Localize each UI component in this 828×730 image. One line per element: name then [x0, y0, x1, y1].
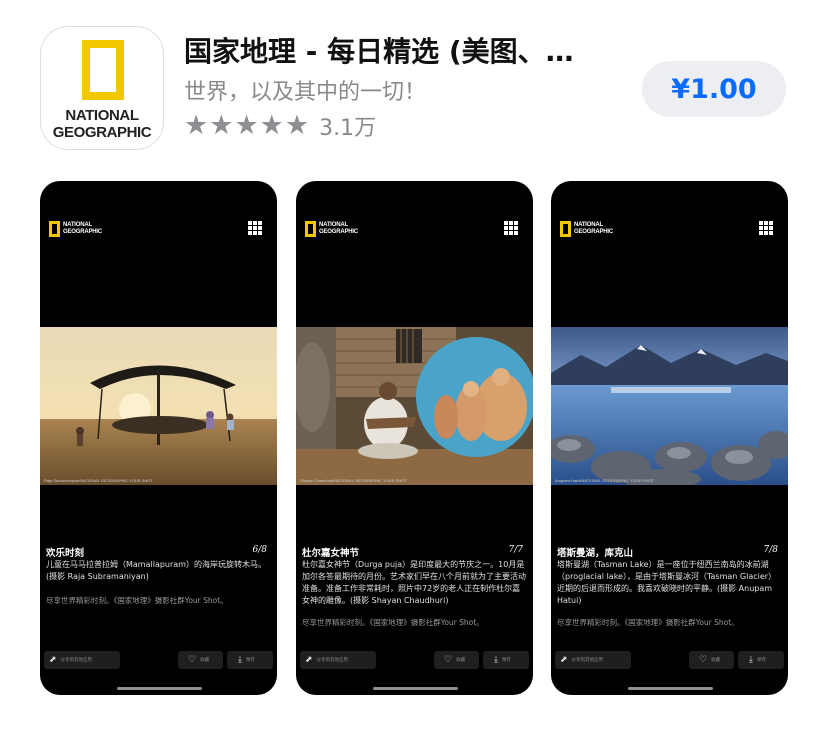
photo-tasman-lake: Anupam Hatui/NATIONAL GEOGRAPHIC YOUR SH…	[551, 327, 788, 485]
share-label: 分享到其他应用	[316, 658, 349, 663]
natgeo-logo: NATIONAL GEOGRAPHIC	[560, 221, 613, 237]
photo-credit: Anupam Hatui/NATIONAL GEOGRAPHIC YOUR SH…	[555, 478, 655, 483]
logo-line2: GEOGRAPHIC	[319, 229, 359, 235]
rating: ★ ★ ★ ★ ★ 3.1万	[184, 110, 376, 142]
photo-sculptor-workshop: Shayan Chaudhuri/NATIONAL GEOGRAPHIC YOU…	[296, 327, 533, 485]
download-label: 保存	[501, 658, 511, 663]
logo-line2: GEOGRAPHIC	[574, 229, 614, 235]
share-icon: ⬈	[305, 655, 313, 665]
app-icon[interactable]: NATIONAL GEOGRAPHIC	[40, 26, 164, 150]
photo-credit: Shayan Chaudhuri/NATIONAL GEOGRAPHIC YOU…	[300, 478, 407, 483]
app-icon-wordmark-line2: GEOGRAPHIC	[52, 124, 152, 141]
star-icon: ★	[259, 110, 284, 141]
download-button[interactable]: ⤓ 保存	[738, 651, 784, 669]
download-label: 保存	[756, 658, 766, 663]
share-label: 分享到其他应用	[60, 658, 93, 663]
star-rating-icon: ★ ★ ★ ★ ★	[184, 112, 309, 140]
grid-menu-icon[interactable]	[759, 221, 773, 235]
home-indicator	[373, 687, 458, 690]
photo-credit: Raja Subramaniyan/NATIONAL GEOGRAPHIC YO…	[44, 478, 153, 483]
natgeo-logo: NATIONAL GEOGRAPHIC	[305, 221, 358, 237]
star-icon: ★	[234, 110, 259, 141]
screenshot-1[interactable]: NATIONAL GEOGRAPHIC Raja Subramaniyan/NA…	[40, 181, 277, 695]
app-subtitle: 世界，以及其中的一切！	[184, 80, 427, 105]
natgeo-frame-icon	[49, 221, 60, 237]
logo-line1: NATIONAL	[574, 222, 603, 228]
screenshot-3[interactable]: NATIONAL GEOGRAPHIC Anupam Hatui/NATIONA…	[551, 181, 788, 695]
screenshot-2[interactable]: NATIONAL GEOGRAPHIC Shayan Chaudhuri/NAT…	[296, 181, 533, 695]
photo-carousel-beach: Raja Subramaniyan/NATIONAL GEOGRAPHIC YO…	[40, 327, 277, 485]
home-indicator	[117, 687, 202, 690]
home-indicator	[628, 687, 713, 690]
favorite-button[interactable]: ♡ 收藏	[178, 651, 223, 669]
caption-title: 塔斯曼湖，库克山	[557, 548, 634, 559]
app-title[interactable]: 国家地理 - 每日精选 (美图、…	[184, 30, 614, 70]
buy-price-button[interactable]: ¥1.00	[642, 61, 786, 117]
rating-count: 3.1万	[319, 116, 377, 141]
app-icon-wordmark-line1: NATIONAL	[65, 107, 139, 124]
share-icon: ⬈	[560, 655, 568, 665]
page-indicator: 7/7	[508, 545, 523, 555]
page-indicator: 6/8	[252, 545, 267, 555]
download-icon: ⤓	[494, 655, 498, 665]
caption-body: 杜尔嘉女神节（Durga puja）是印度最大的节庆之一。10月是加尔各答最期待…	[302, 560, 526, 605]
favorite-label: 收藏	[456, 658, 466, 663]
download-label: 保存	[245, 658, 255, 663]
download-button[interactable]: ⤓ 保存	[227, 651, 273, 669]
caption-body: 儿童在马马拉普拉姆（Mamallapuram）的海岸玩旋转木马。(摄影 Raja…	[46, 560, 266, 581]
caption-footer: 尽享世界精彩时刻。《国家地理》摄影社群Your Shot。	[46, 596, 228, 605]
heart-icon: ♡	[188, 655, 197, 665]
caption-footer: 尽享世界精彩时刻。《国家地理》摄影社群Your Shot。	[302, 618, 484, 627]
share-button[interactable]: ⬈ 分享到其他应用	[44, 651, 120, 669]
caption-body: 塔斯曼湖（Tasman Lake）是一座位于纽西兰南岛的冰前湖（proglaci…	[557, 560, 777, 605]
star-icon: ★	[209, 110, 234, 141]
logo-line1: NATIONAL	[63, 222, 92, 228]
page-indicator: 7/8	[763, 545, 778, 555]
photo-toolbar: ⬈ 分享到其他应用 ♡ 收藏 ⤓ 保存	[551, 651, 788, 671]
download-icon: ⤓	[749, 655, 753, 665]
heart-icon: ♡	[699, 655, 708, 665]
grid-menu-icon[interactable]	[248, 221, 262, 235]
favorite-button[interactable]: ♡ 收藏	[434, 651, 479, 669]
photo-toolbar: ⬈ 分享到其他应用 ♡ 收藏 ⤓ 保存	[40, 651, 277, 671]
favorite-label: 收藏	[711, 658, 721, 663]
star-icon: ★	[184, 110, 209, 141]
photo-toolbar: ⬈ 分享到其他应用 ♡ 收藏 ⤓ 保存	[296, 651, 533, 671]
favorite-button[interactable]: ♡ 收藏	[689, 651, 734, 669]
national-geographic-logo-icon	[82, 40, 124, 100]
logo-line2: GEOGRAPHIC	[63, 229, 103, 235]
heart-icon: ♡	[444, 655, 453, 665]
share-button[interactable]: ⬈ 分享到其他应用	[555, 651, 631, 669]
caption-footer: 尽享世界精彩时刻。《国家地理》摄影社群Your Shot。	[557, 618, 739, 627]
star-icon: ★	[284, 110, 310, 141]
logo-line1: NATIONAL	[319, 222, 348, 228]
natgeo-frame-icon	[305, 221, 316, 237]
share-label: 分享到其他应用	[571, 658, 604, 663]
caption-title: 欢乐时刻	[46, 548, 85, 559]
share-icon: ⬈	[49, 655, 57, 665]
download-icon: ⤓	[238, 655, 242, 665]
share-button[interactable]: ⬈ 分享到其他应用	[300, 651, 376, 669]
natgeo-frame-icon	[560, 221, 571, 237]
natgeo-logo: NATIONAL GEOGRAPHIC	[49, 221, 102, 237]
download-button[interactable]: ⤓ 保存	[483, 651, 529, 669]
caption-title: 杜尔嘉女神节	[302, 548, 360, 559]
grid-menu-icon[interactable]	[504, 221, 518, 235]
favorite-label: 收藏	[200, 658, 210, 663]
